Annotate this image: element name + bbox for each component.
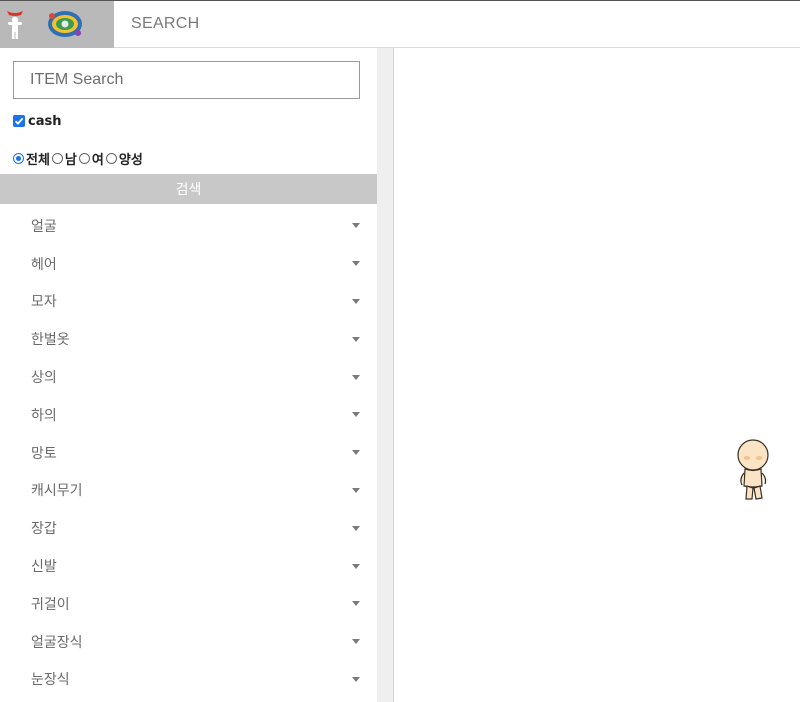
caret-down-icon [352, 261, 360, 267]
logo-area[interactable] [0, 1, 114, 48]
category-label: 상의 [31, 370, 57, 387]
caret-down-icon [352, 563, 360, 569]
gender-option-all[interactable]: 전체 [13, 149, 50, 168]
category-eye-accessory[interactable]: 눈장식 [0, 661, 377, 699]
caret-down-icon [352, 412, 360, 418]
category-top[interactable]: 상의 [0, 358, 377, 396]
caret-down-icon [352, 676, 360, 682]
category-earrings[interactable]: 귀걸이 [0, 585, 377, 623]
category-label: 얼굴장식 [31, 634, 83, 651]
caret-down-icon [352, 336, 360, 342]
caret-down-icon [352, 450, 360, 456]
cash-checkbox[interactable] [13, 115, 25, 127]
category-label: 하의 [31, 407, 57, 424]
caret-down-icon [352, 374, 360, 380]
category-bottom[interactable]: 하의 [0, 396, 377, 434]
cash-label: cash [28, 113, 62, 129]
category-gloves[interactable]: 장갑 [0, 509, 377, 547]
category-label: 눈장식 [31, 672, 70, 689]
mascot-figure-icon [7, 11, 23, 39]
item-search-input[interactable] [13, 61, 360, 99]
category-list: 얼굴 헤어 모자 한벌옷 상의 하의 망토 캐시무기 장갑 신발 귀걸이 얼굴장… [0, 207, 377, 698]
gender-option-male[interactable]: 남 [51, 149, 77, 168]
category-label: 장갑 [31, 521, 57, 538]
category-face-accessory[interactable]: 얼굴장식 [0, 623, 377, 661]
category-label: 한벌옷 [31, 332, 70, 349]
gender-label-male: 남 [64, 152, 77, 168]
caret-down-icon [352, 601, 360, 607]
page-title: SEARCH [131, 15, 200, 32]
checkmark-icon [14, 117, 24, 125]
category-face[interactable]: 얼굴 [0, 207, 377, 245]
character-avatar [737, 439, 769, 500]
radio-male[interactable] [51, 152, 63, 164]
caret-down-icon [352, 223, 360, 229]
gender-option-unisex[interactable]: 양성 [105, 149, 143, 168]
radio-unisex[interactable] [105, 152, 117, 164]
caret-down-icon [352, 639, 360, 645]
category-label: 신발 [31, 559, 57, 576]
category-label: 캐시무기 [31, 483, 83, 500]
category-hair[interactable]: 헤어 [0, 245, 377, 283]
category-hat[interactable]: 모자 [0, 283, 377, 321]
caret-down-icon [352, 298, 360, 304]
category-overall[interactable]: 한벌옷 [0, 320, 377, 358]
category-label: 망토 [31, 445, 57, 462]
category-label: 얼굴 [31, 218, 57, 235]
category-cape[interactable]: 망토 [0, 434, 377, 472]
category-cash-weapon[interactable]: 캐시무기 [0, 472, 377, 510]
sidebar-scrollbar[interactable] [377, 48, 394, 702]
gender-label-female: 여 [91, 152, 104, 168]
sidebar: cash 전체 남 여 양성 검색 얼굴 헤어 모자 [0, 48, 377, 702]
gender-option-female[interactable]: 여 [78, 149, 104, 168]
gender-filter: 전체 남 여 양성 [13, 149, 145, 168]
gender-label-unisex: 양성 [118, 152, 143, 168]
category-label: 헤어 [31, 256, 57, 273]
game-emblem-icon [48, 11, 82, 37]
radio-all[interactable] [13, 152, 24, 164]
gender-label-all: 전체 [26, 152, 50, 168]
radio-female[interactable] [78, 152, 90, 164]
top-header: SEARCH [0, 0, 800, 48]
search-button[interactable]: 검색 [0, 174, 377, 204]
cash-filter[interactable]: cash [13, 112, 61, 130]
category-label: 모자 [31, 294, 57, 311]
category-shoes[interactable]: 신발 [0, 547, 377, 585]
caret-down-icon [352, 525, 360, 531]
category-label: 귀걸이 [31, 596, 70, 613]
caret-down-icon [352, 487, 360, 493]
